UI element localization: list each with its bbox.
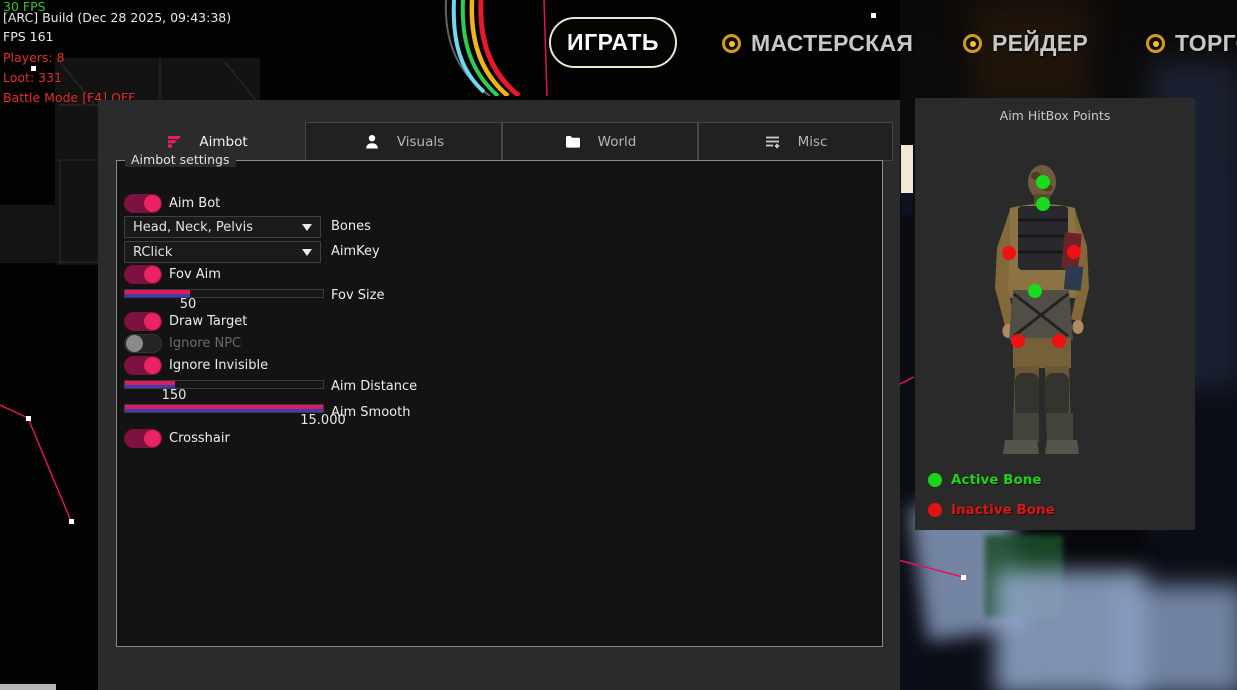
play-button[interactable]: ИГРАТЬ — [549, 17, 677, 68]
draw-target-toggle[interactable] — [124, 312, 162, 331]
bright-pillar — [901, 145, 913, 194]
group-title: Aimbot settings — [125, 152, 236, 167]
horizontal-scrollbar[interactable] — [0, 684, 56, 690]
hitbox-point-neck — [1036, 197, 1050, 211]
hitbox-point-left-elbow — [1002, 246, 1016, 260]
person-icon — [363, 133, 381, 151]
fov-size-value: 50 — [158, 297, 218, 312]
hitbox-point-right-knee — [1052, 334, 1066, 348]
aimkey-select[interactable]: RClick — [124, 241, 321, 263]
bones-select[interactable]: Head, Neck, Pelvis — [124, 216, 321, 238]
ignore-invisible-label: Ignore Invisible — [169, 358, 268, 373]
cheat-menu-window: Aimbot Visuals World — [98, 100, 900, 690]
active-bone-dot-icon — [928, 473, 942, 487]
inactive-bone-dot-icon — [928, 503, 942, 517]
aimbot-settings-group: Aimbot settings Aim Bot Head, Neck, Pelv… — [116, 160, 883, 647]
fov-aim-toggle[interactable] — [124, 265, 162, 284]
aim-distance-label: Aim Distance — [331, 379, 417, 394]
tab-label: Visuals — [397, 134, 444, 150]
tab-label: Aimbot — [199, 134, 247, 150]
aim-smooth-slider[interactable] — [124, 404, 324, 413]
flag-icon — [165, 133, 183, 151]
fov-aim-label: Fov Aim — [169, 267, 221, 282]
legend-active-bone: Active Bone — [928, 472, 1042, 488]
aim-smooth-value: 15.000 — [293, 413, 353, 428]
draw-target-label: Draw Target — [169, 314, 247, 329]
chevron-down-icon — [302, 224, 312, 231]
tab-visuals[interactable]: Visuals — [305, 122, 502, 161]
hitbox-point-left-knee — [1011, 334, 1025, 348]
bones-label: Bones — [331, 219, 371, 234]
active-bone-label: Active Bone — [951, 472, 1042, 488]
game-screen: 30 FPS [ARC] Build (Dec 28 2025, 09:43:3… — [0, 0, 1237, 690]
tab-misc[interactable]: Misc — [698, 122, 893, 161]
nav-item-workshop[interactable]: МАСТЕРСКАЯ — [722, 30, 913, 56]
fov-size-slider[interactable] — [124, 289, 324, 298]
hitbox-point-pelvis — [1028, 284, 1042, 298]
bones-selected-value: Head, Neck, Pelvis — [133, 220, 302, 235]
chevron-down-icon — [302, 249, 312, 256]
hitbox-point-right-elbow — [1067, 245, 1081, 259]
folder-icon — [564, 133, 582, 151]
coin-icon — [963, 34, 982, 53]
coin-icon — [722, 34, 741, 53]
nav-item-label: ТОРГО — [1175, 30, 1237, 57]
crosshair-toggle[interactable] — [124, 429, 162, 448]
aim-bot-label: Aim Bot — [169, 196, 220, 211]
tab-label: World — [598, 134, 637, 150]
player-model — [915, 98, 1195, 530]
inactive-bone-label: Inactive Bone — [951, 502, 1055, 518]
nav-item-label: РЕЙДЕР — [992, 30, 1088, 57]
aim-bot-toggle[interactable] — [124, 194, 162, 213]
tab-label: Misc — [798, 134, 828, 150]
aimkey-label: AimKey — [331, 244, 380, 259]
crosshair-label: Crosshair — [169, 431, 230, 446]
ignore-npc-toggle[interactable] — [124, 334, 162, 353]
nav-item-raider[interactable]: РЕЙДЕР — [963, 30, 1088, 56]
ignore-invisible-toggle[interactable] — [124, 356, 162, 375]
fov-size-label: Fov Size — [331, 288, 384, 303]
nav-item-label: МАСТЕРСКАЯ — [751, 30, 913, 57]
coin-icon — [1146, 34, 1165, 53]
aim-distance-value: 150 — [144, 388, 204, 403]
tab-world[interactable]: World — [502, 122, 698, 161]
playlist-add-icon — [764, 133, 782, 151]
nav-item-trade[interactable]: ТОРГО — [1146, 30, 1237, 56]
aimkey-selected-value: RClick — [133, 245, 302, 260]
hitbox-panel: Aim HitBox Points — [915, 98, 1195, 530]
legend-inactive-bone: Inactive Bone — [928, 502, 1055, 518]
game-top-nav: ИГРАТЬ МАСТЕРСКАЯ РЕЙДЕР ТОРГО — [0, 0, 1237, 90]
ignore-npc-label: Ignore NPC — [169, 336, 241, 351]
hitbox-point-head — [1036, 175, 1050, 189]
